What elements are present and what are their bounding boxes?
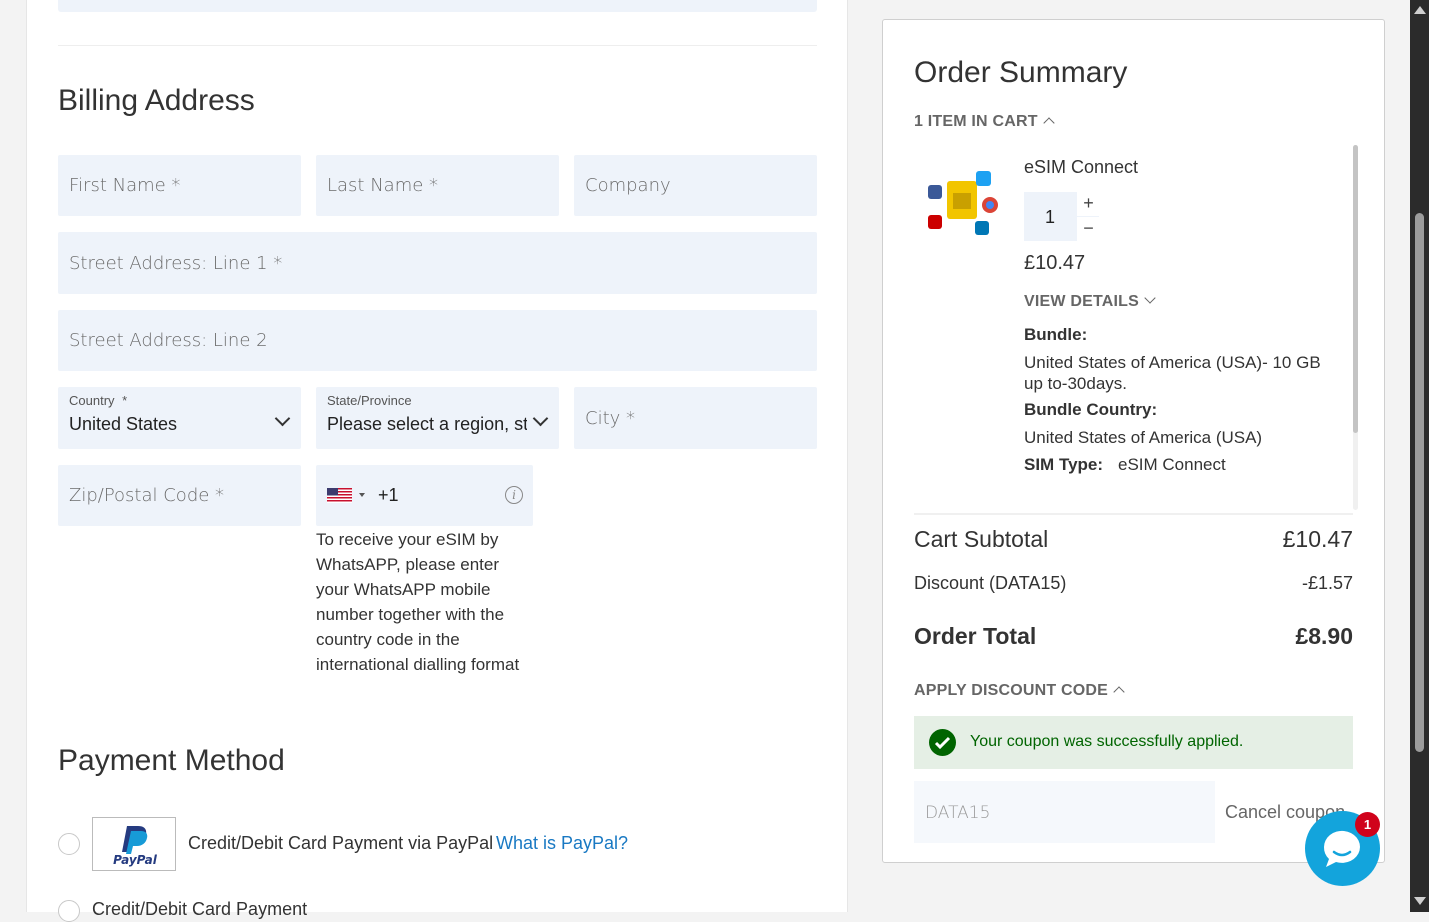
chevron-up-icon	[1043, 117, 1055, 129]
sim-type-label: SIM Type:	[1024, 455, 1104, 474]
street-line2-field[interactable]: Street Address: Line 2	[58, 310, 817, 371]
company-placeholder: Company	[585, 175, 671, 196]
checkout-form-panel: Billing Address First Name * Last Name *…	[26, 0, 848, 922]
first-name-placeholder: First Name *	[69, 175, 181, 196]
zip-field[interactable]: Zip/Postal Code *	[58, 465, 301, 526]
whatsapp-note: To receive your eSIM by WhatsAPP, please…	[316, 530, 520, 674]
discount-label: Discount (DATA15)	[914, 573, 1067, 593]
cart-subtotal-value: £10.47	[1282, 526, 1353, 552]
product-price: £10.47	[1024, 252, 1086, 274]
esim-product-image	[928, 171, 998, 235]
cart-items-scrollbar[interactable]	[1353, 145, 1358, 510]
discount-value: -£1.57	[1301, 573, 1353, 593]
city-placeholder: City *	[585, 408, 636, 429]
previous-field[interactable]	[58, 0, 817, 12]
city-field[interactable]: City *	[574, 387, 817, 449]
apply-discount-label: APPLY DISCOUNT CODE	[914, 682, 1109, 699]
paypal-option-label[interactable]: Credit/Debit Card Payment via PayPal	[188, 833, 493, 854]
country-value: United States	[69, 414, 178, 434]
phone-field[interactable]: +1 i	[316, 465, 533, 526]
last-name-placeholder: Last Name *	[327, 175, 439, 196]
street-line2-placeholder: Street Address: Line 2	[69, 330, 268, 351]
chevron-up-icon	[1113, 686, 1125, 698]
coupon-success-text: Your coupon was successfully applied.	[970, 733, 1244, 750]
zip-placeholder: Zip/Postal Code *	[69, 485, 225, 506]
chevron-down-icon	[274, 410, 291, 427]
card-radio[interactable]	[58, 900, 80, 922]
view-details-toggle[interactable]: VIEW DETAILS	[1024, 292, 1156, 311]
coupon-code-value: DATA15	[925, 803, 991, 823]
paypal-logo: PayPal	[92, 817, 176, 871]
cart-subtotal-label: Cart Subtotal	[914, 526, 1049, 552]
scroll-up-arrow-icon[interactable]	[1414, 6, 1426, 14]
apply-discount-toggle[interactable]: APPLY DISCOUNT CODE	[914, 682, 1125, 700]
bundle-label: Bundle:	[1024, 325, 1088, 344]
check-circle-icon	[929, 729, 956, 756]
company-field[interactable]: Company	[574, 155, 817, 216]
payment-method-heading: Payment Method	[58, 744, 285, 777]
first-name-field[interactable]: First Name *	[58, 155, 301, 216]
chevron-down-icon	[1144, 292, 1156, 304]
page-scrollbar[interactable]	[1410, 0, 1429, 912]
section-divider	[58, 45, 817, 46]
quantity-plus-button[interactable]: +	[1076, 192, 1100, 216]
cart-items-scrollbar-thumb[interactable]	[1353, 145, 1358, 433]
card-option-label[interactable]: Credit/Debit Card Payment	[92, 899, 307, 920]
state-value: Please select a region, st	[327, 414, 527, 434]
country-select[interactable]: Country * United States	[58, 387, 301, 449]
bundle-country-value: United States of America (USA)	[1024, 428, 1263, 447]
paypal-radio[interactable]	[58, 833, 80, 855]
product-name: eSIM Connect	[1024, 157, 1139, 177]
state-select[interactable]: State/Province Please select a region, s…	[316, 387, 559, 449]
scroll-down-arrow-icon[interactable]	[1414, 897, 1426, 905]
what-is-paypal-link[interactable]: What is PayPal?	[496, 833, 628, 854]
coupon-success-message: Your coupon was successfully applied.	[914, 716, 1353, 769]
us-flag-icon[interactable]	[327, 488, 352, 503]
view-details-label: VIEW DETAILS	[1024, 293, 1139, 310]
country-label: Country *	[69, 393, 127, 408]
caret-down-icon[interactable]	[359, 493, 365, 497]
street-line1-placeholder: Street Address: Line 1 *	[69, 253, 283, 274]
order-total-value: £8.90	[1295, 623, 1353, 649]
chevron-down-icon	[532, 410, 549, 427]
coupon-code-input[interactable]: DATA15	[914, 781, 1215, 843]
paypal-logo-text: PayPal	[113, 853, 157, 867]
bundle-value: United States of America (USA)- 10 GB up…	[1024, 353, 1321, 393]
last-name-field[interactable]: Last Name *	[316, 155, 559, 216]
country-required-mark: *	[122, 393, 128, 408]
phone-country-code: +1	[378, 485, 399, 505]
chat-notification-badge: 1	[1355, 812, 1380, 837]
state-label: State/Province	[327, 393, 412, 408]
page-scrollbar-thumb[interactable]	[1415, 213, 1424, 752]
order-summary-heading: Order Summary	[914, 56, 1128, 89]
billing-address-heading: Billing Address	[58, 84, 255, 117]
street-line1-field[interactable]: Street Address: Line 1 *	[58, 232, 817, 294]
quantity-stepper[interactable]: 1 + −	[1024, 192, 1100, 241]
totals-divider	[914, 513, 1353, 515]
quantity-value[interactable]: 1	[1024, 207, 1076, 228]
country-label-text: Country	[69, 393, 115, 408]
order-total-label: Order Total	[914, 623, 1037, 649]
bundle-country-label: Bundle Country:	[1024, 400, 1158, 419]
sim-type-value: eSIM Connect	[1118, 455, 1226, 474]
items-in-cart-label: 1 ITEM IN CART	[914, 113, 1038, 130]
items-in-cart-toggle[interactable]: 1 ITEM IN CART	[914, 113, 1055, 131]
info-icon[interactable]: i	[505, 486, 523, 504]
quantity-minus-button[interactable]: −	[1076, 217, 1100, 241]
